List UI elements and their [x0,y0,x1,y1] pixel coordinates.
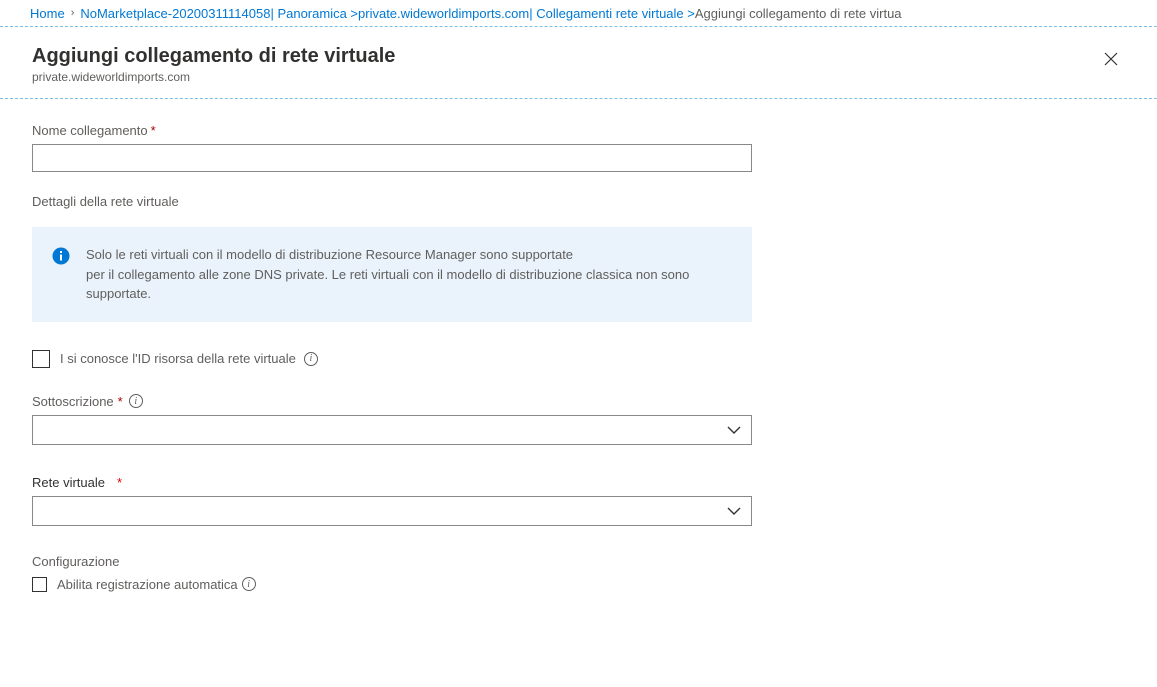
vnet-select[interactable] [32,496,752,526]
configuration-heading: Configurazione [32,554,1125,569]
subscription-select[interactable] [32,415,752,445]
info-text-line1: Solo le reti virtuali con il modello di … [86,247,573,262]
info-callout: Solo le reti virtuali con il modello di … [32,227,752,322]
divider [0,98,1157,99]
page-subtitle: private.wideworldimports.com [32,70,395,84]
know-resource-id-label: I si conosce l'ID risorsa della rete vir… [60,351,296,366]
know-resource-id-checkbox[interactable] [32,350,50,368]
breadcrumb-suffix-2: | Collegamenti rete virtuale > [529,6,695,21]
auto-registration-checkbox[interactable] [32,577,47,592]
breadcrumb-home[interactable]: Home [30,6,65,21]
help-icon[interactable]: i [304,352,318,366]
chevron-down-icon [727,506,741,516]
page-title: Aggiungi collegamento di rete virtuale [32,45,395,68]
vnet-details-heading: Dettagli della rete virtuale [32,194,1125,209]
close-button[interactable] [1097,45,1125,73]
chevron-right-icon: › [71,7,75,19]
close-icon [1103,51,1119,67]
breadcrumb: Home › NoMarketplace-20200311114058 | Pa… [0,0,1157,26]
help-icon[interactable]: i [129,394,143,408]
breadcrumb-current: Aggiungi collegamento di rete virtua [695,6,902,21]
link-name-input[interactable] [32,144,752,172]
info-icon [52,247,70,265]
breadcrumb-resource[interactable]: NoMarketplace-20200311114058 [80,6,270,21]
info-text-line2: per il collegamento alle zone DNS privat… [86,267,689,282]
subscription-label: Sottoscrizione [32,394,114,409]
vnet-label: Rete virtuale [32,475,105,490]
breadcrumb-zone[interactable]: private.wideworldimports.com [358,6,529,21]
breadcrumb-suffix-1: | Panoramica > [270,6,358,21]
help-icon[interactable]: i [242,577,256,591]
link-name-label: Nome collegamento* [32,123,752,138]
auto-registration-label: Abilita registrazione automatica [57,577,238,592]
chevron-down-icon [727,425,741,435]
blade-panel: Aggiungi collegamento di rete virtuale p… [0,26,1157,687]
info-text-line3: supportate. [86,286,151,301]
